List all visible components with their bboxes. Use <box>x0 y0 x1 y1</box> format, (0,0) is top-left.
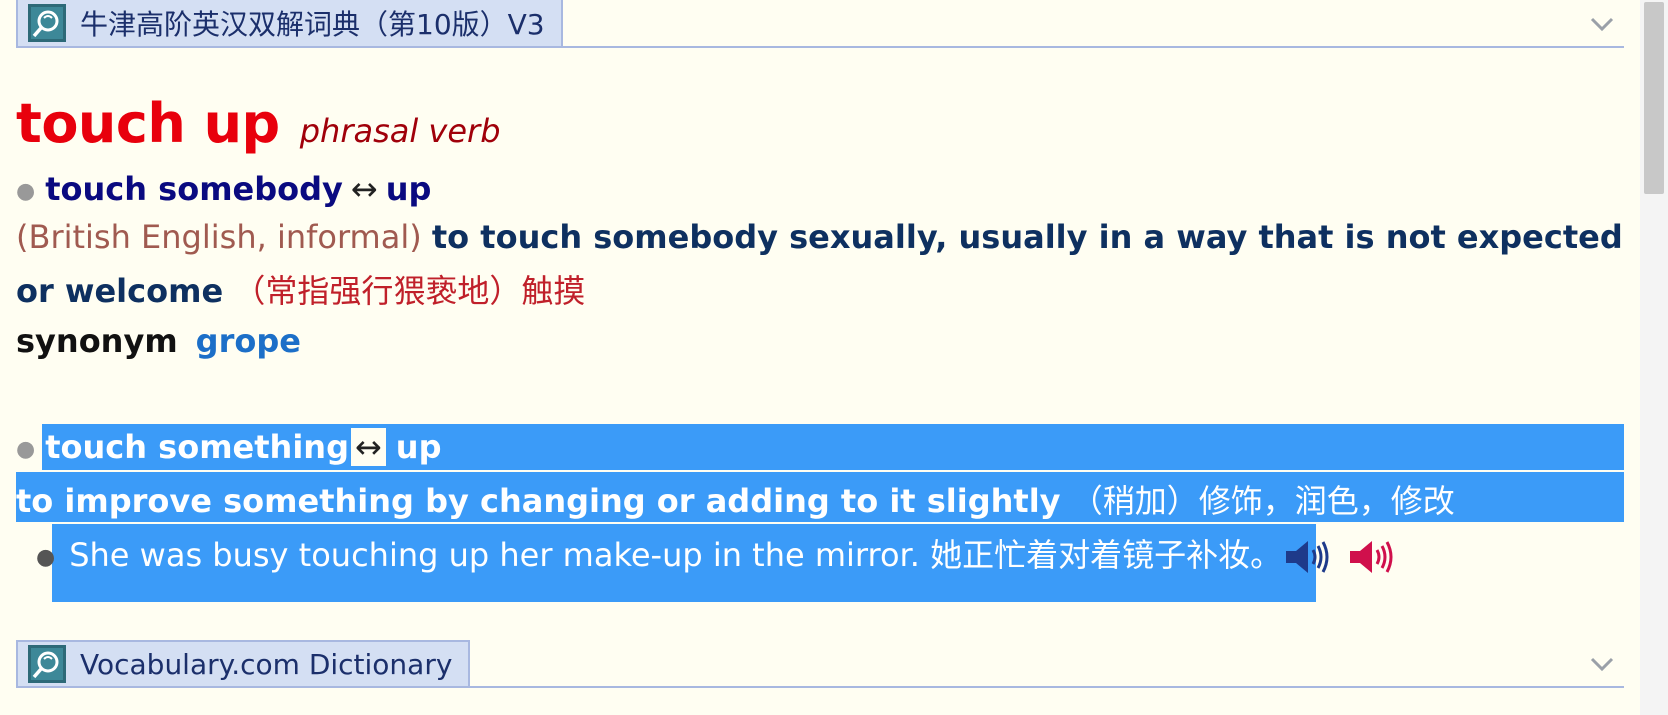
bullet-icon: ● <box>16 436 36 462</box>
dictionary-header-oxford: 牛津高阶英汉双解词典（第10版）V3 <box>16 0 1624 48</box>
speaker-uk-icon[interactable] <box>1284 537 1330 577</box>
sense-2-phrase: ● touch something ↔ up <box>16 428 441 466</box>
example-chinese: 她正忙着对着镜子补妆。 <box>930 536 1283 574</box>
phrase-particle: up <box>385 170 432 208</box>
dictionary-tab-vocabulary[interactable]: Vocabulary.com Dictionary <box>16 640 471 688</box>
definition-continued: or welcome <box>16 272 224 310</box>
separable-arrow-icon: ↔ <box>350 170 378 208</box>
bullet-icon: ● <box>36 544 56 570</box>
bullet-icon: ● <box>16 178 36 204</box>
dictionary-title: Vocabulary.com Dictionary <box>80 647 453 681</box>
separable-arrow-icon: ↔ <box>350 428 386 466</box>
headword: touch up <box>16 92 280 155</box>
scrollbar-thumb[interactable] <box>1644 2 1664 194</box>
synonym-label: synonym <box>16 322 178 360</box>
definition-chinese: （稍加）修饰，润色，修改 <box>1070 482 1455 520</box>
phrase-particle: up <box>395 428 442 466</box>
register-label: (British English, informal) <box>16 218 422 256</box>
definition: to touch somebody sexually, usually in a… <box>431 218 1623 256</box>
speaker-us-icon[interactable] <box>1348 537 1394 577</box>
sense-1-phrase: ● touch somebody ↔ up <box>16 170 431 208</box>
phrase-verb: touch something <box>45 428 349 466</box>
chevron-down-icon[interactable] <box>1586 648 1618 680</box>
dictionary-tab-oxford[interactable]: 牛津高阶英汉双解词典（第10版）V3 <box>16 0 563 48</box>
headword-line: touch up phrasal verb <box>16 92 501 155</box>
sense-2-definition: to improve something by changing or addi… <box>16 476 1455 522</box>
example-sentence: ● She was busy touching up her make-up in… <box>36 530 1394 577</box>
sense-1-definition: (British English, informal) to touch som… <box>16 218 1623 256</box>
synonym-link[interactable]: grope <box>196 322 301 360</box>
vertical-scrollbar[interactable] <box>1640 0 1668 715</box>
phrase-verb: touch somebody <box>45 170 343 208</box>
sense-1-definition-cont: or welcome （常指强行猥亵地）触摸 <box>16 266 585 312</box>
part-of-speech: phrasal verb <box>299 112 501 150</box>
dictionary-panel: 牛津高阶英汉双解词典（第10版）V3 touch up phrasal verb … <box>0 0 1668 715</box>
example-english: She was busy touching up her make-up in … <box>69 536 920 574</box>
chevron-down-icon[interactable] <box>1586 8 1618 40</box>
synonym-line: synonym grope <box>16 322 301 360</box>
dictionary-title: 牛津高阶英汉双解词典（第10版）V3 <box>80 8 545 41</box>
definition-chinese: （常指强行猥亵地）触摸 <box>233 272 586 310</box>
dictionary-header-vocabulary: Vocabulary.com Dictionary <box>16 640 1624 688</box>
dictionary-logo-icon <box>28 645 66 683</box>
dictionary-logo-icon <box>28 4 66 42</box>
definition: to improve something by changing or addi… <box>16 482 1061 520</box>
